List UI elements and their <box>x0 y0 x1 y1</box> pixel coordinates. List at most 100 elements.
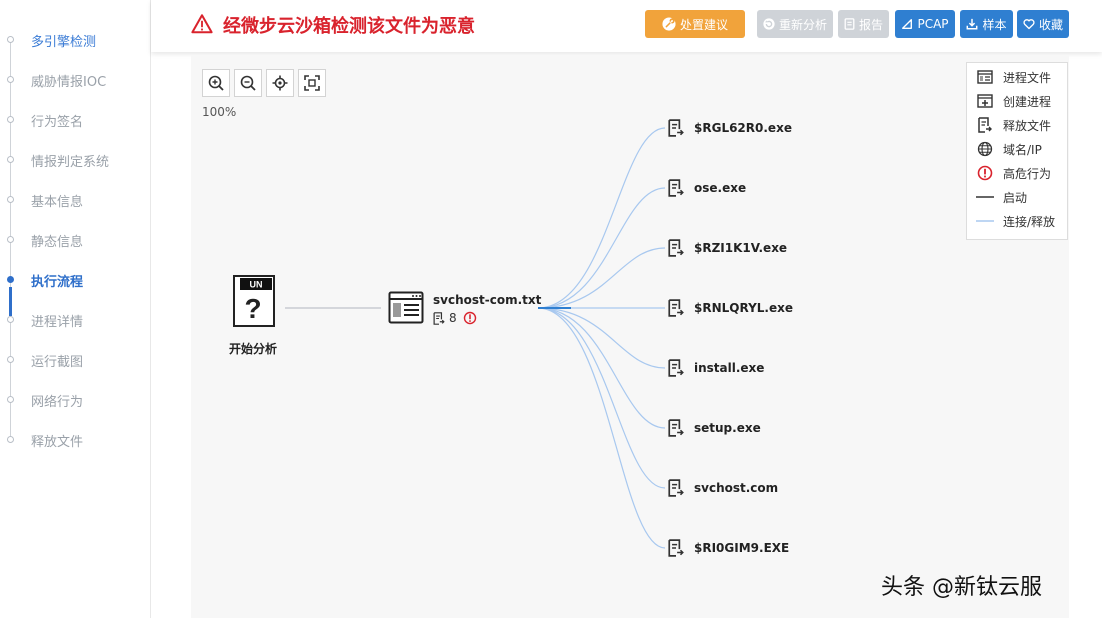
sidebar-item-label: 行为签名 <box>31 115 84 130</box>
released-file-name: setup.exe <box>694 421 761 435</box>
sidebar-item-execution-flow[interactable]: 执行流程 <box>0 260 150 300</box>
edge-release <box>537 307 666 369</box>
release-file-icon <box>667 419 685 437</box>
released-file-node[interactable]: setup.exe <box>667 418 761 438</box>
sidebar-item-label: 多引擎检测 <box>31 35 97 50</box>
release-file-icon <box>667 119 685 137</box>
app-root: 多引擎检测 威胁情报IOC 行为签名 情报判定系统 基本信息 静态信息 执行流程 <box>0 0 1102 618</box>
sidebar-item-static-info[interactable]: 静态信息 <box>0 220 150 260</box>
document-icon <box>844 18 855 30</box>
create-process-icon <box>976 92 994 110</box>
released-file-node[interactable]: install.exe <box>667 358 764 378</box>
release-file-icon <box>976 116 994 134</box>
sidebar-item-label: 静态信息 <box>31 235 84 250</box>
timeline-dot <box>7 436 14 443</box>
timeline-dot <box>7 36 14 43</box>
reanalyze-label: 重新分析 <box>778 17 827 32</box>
released-file-name: $RNLQRYL.exe <box>694 301 793 315</box>
graph-legend: 进程文件 创建进程 释放文件 域名/IP 高危行为 启动 连接/释放 <box>966 62 1068 240</box>
dark-line-icon <box>976 188 994 206</box>
released-file-node[interactable]: ose.exe <box>667 178 746 198</box>
released-file-name: svchost.com <box>694 481 779 495</box>
legend-label: 释放文件 <box>1003 118 1052 133</box>
legend-item-high-risk: 高危行为 <box>976 163 1051 183</box>
light-line-icon <box>976 212 994 230</box>
download-icon <box>967 18 978 30</box>
release-file-icon <box>667 239 685 257</box>
legend-label: 连接/释放 <box>1003 214 1056 229</box>
pcap-button[interactable]: PCAP <box>895 10 955 38</box>
start-node-badge: UN <box>250 280 263 290</box>
sidebar-item-network-behavior[interactable]: 网络行为 <box>0 380 150 420</box>
sidebar-item-threat-ioc[interactable]: 威胁情报IOC <box>0 60 150 100</box>
sidebar-item-intel-judgement[interactable]: 情报判定系统 <box>0 140 150 180</box>
legend-item-domain-ip: 域名/IP <box>976 139 1042 159</box>
pcap-label: PCAP <box>917 17 949 31</box>
legend-label: 启动 <box>1003 190 1028 205</box>
sidebar-item-process-details[interactable]: 进程详情 <box>0 300 150 340</box>
timeline-dot <box>7 316 14 323</box>
unknown-file-icon: UN ? <box>233 275 275 327</box>
release-file-icon <box>667 479 685 497</box>
released-file-name: $RGL62R0.exe <box>694 121 792 135</box>
legend-label: 高危行为 <box>1003 166 1052 181</box>
released-file-node[interactable]: $RZI1K1V.exe <box>667 238 787 258</box>
sidebar-item-multi-engine[interactable]: 多引擎检测 <box>0 20 150 60</box>
handle-advice-label: 处置建议 <box>679 17 728 32</box>
start-node-label: 开始分析 <box>229 342 278 356</box>
wrench-icon <box>662 17 676 31</box>
legend-item-connect-release: 连接/释放 <box>976 211 1055 231</box>
reanalyze-button[interactable]: 重新分析 <box>757 10 833 38</box>
edge-release <box>537 127 666 309</box>
heart-icon <box>1023 19 1035 30</box>
released-file-name: install.exe <box>694 361 765 375</box>
timeline-dot <box>7 236 14 243</box>
high-risk-icon <box>463 311 476 325</box>
execution-graph-canvas[interactable]: 100% UN ? 开始分析 svchost-com.txt 8 $RGL62R… <box>191 55 1069 618</box>
released-file-count: 8 <box>449 311 457 325</box>
result-header: 经微步云沙箱检测该文件为恶意 处置建议 重新分析 报告 PCAP 样本 收藏 <box>151 0 1102 52</box>
process-node-label: svchost-com.txt <box>433 293 542 307</box>
released-file-name: $RZI1K1V.exe <box>694 241 788 255</box>
legend-label: 域名/IP <box>1003 142 1042 157</box>
released-file-node[interactable]: $RI0GIM9.EXE <box>667 538 789 558</box>
edge-release <box>537 187 666 309</box>
sidebar-item-screenshots[interactable]: 运行截图 <box>0 340 150 380</box>
sample-label: 样本 <box>982 17 1007 32</box>
refresh-icon <box>763 18 775 30</box>
report-label: 报告 <box>858 17 883 32</box>
timeline-dot <box>7 196 14 203</box>
legend-item-process-file: 进程文件 <box>976 67 1051 87</box>
pcap-icon <box>902 19 913 29</box>
released-file-node[interactable]: $RGL62R0.exe <box>667 118 792 138</box>
report-button[interactable]: 报告 <box>838 10 889 38</box>
high-risk-icon <box>976 164 994 182</box>
legend-label: 创建进程 <box>1003 94 1052 109</box>
process-window-icon[interactable] <box>388 291 424 324</box>
released-file-name: $RI0GIM9.EXE <box>694 541 790 555</box>
sidebar-item-basic-info[interactable]: 基本信息 <box>0 180 150 220</box>
edge-release <box>537 307 666 429</box>
timeline-dot <box>7 156 14 163</box>
timeline-dot <box>7 76 14 83</box>
release-file-icon <box>667 179 685 197</box>
released-file-node[interactable]: svchost.com <box>667 478 778 498</box>
sidebar-item-label: 基本信息 <box>31 195 84 210</box>
sidebar-item-label: 释放文件 <box>31 435 84 450</box>
edge-release <box>537 247 666 309</box>
sidebar-nav: 多引擎检测 威胁情报IOC 行为签名 情报判定系统 基本信息 静态信息 执行流程 <box>0 0 151 618</box>
download-sample-button[interactable]: 样本 <box>960 10 1013 38</box>
timeline-dot <box>7 356 14 363</box>
legend-label: 进程文件 <box>1003 70 1052 85</box>
timeline-dot <box>7 116 14 123</box>
sidebar-item-behavior-signature[interactable]: 行为签名 <box>0 100 150 140</box>
legend-item-create-process: 创建进程 <box>976 91 1051 111</box>
sidebar-item-released-files[interactable]: 释放文件 <box>0 420 150 460</box>
graph-edges <box>285 127 666 549</box>
favorite-button[interactable]: 收藏 <box>1017 10 1069 38</box>
sidebar-item-label: 威胁情报IOC <box>31 75 107 90</box>
released-file-node[interactable]: $RNLQRYL.exe <box>667 298 793 318</box>
handle-advice-button[interactable]: 处置建议 <box>645 10 745 38</box>
warning-icon <box>191 14 213 34</box>
released-file-count-icon <box>433 311 445 325</box>
